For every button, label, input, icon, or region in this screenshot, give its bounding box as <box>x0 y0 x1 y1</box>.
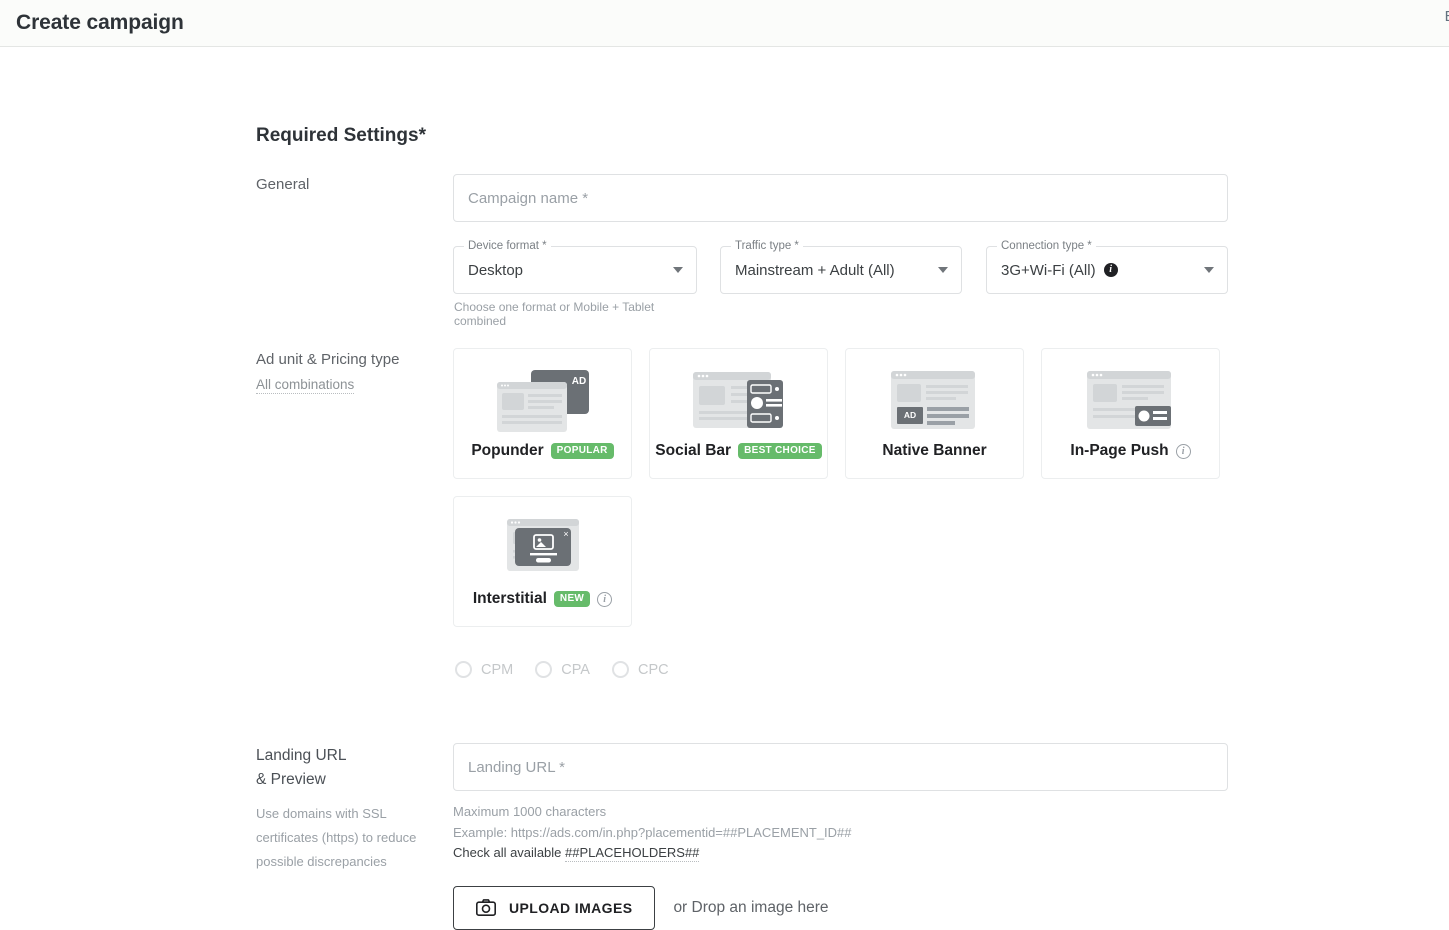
general-label: General <box>256 175 309 194</box>
landing-help-line3: possible discrepancies <box>256 850 451 874</box>
campaign-name-placeholder: Campaign name * <box>468 190 588 207</box>
ad-unit-card-name: Native Banner <box>882 442 986 460</box>
svg-text:×: × <box>563 529 568 539</box>
info-icon[interactable]: i <box>1176 444 1191 459</box>
drop-image-text: or Drop an image here <box>673 899 828 917</box>
connection-type-value: 3G+Wi-Fi (All) <box>1001 262 1096 279</box>
ad-unit-cards: AD Popunder POPULAR Social Bar BEST CHOICE <box>453 348 1243 678</box>
ad-unit-card-caption: Native Banner <box>882 442 986 460</box>
native-banner-thumb: AD <box>887 367 983 435</box>
landing-help-line2: certificates (https) to reduce <box>256 826 451 850</box>
device-format-label: Device format * <box>464 239 551 253</box>
info-icon[interactable]: i <box>597 592 612 607</box>
device-format-value: Desktop <box>468 262 523 279</box>
pricing-type-radio-group[interactable]: CPM CPA CPC <box>455 661 1243 678</box>
connection-type-label: Connection type * <box>997 239 1096 253</box>
in-page-push-thumb <box>1083 367 1179 435</box>
check-placeholders-line: Check all available ##PLACEHOLDERS## <box>453 843 1228 864</box>
pricing-radio-cpm[interactable]: CPM <box>455 661 513 678</box>
upload-images-label: UPLOAD IMAGES <box>509 900 632 916</box>
ad-unit-label: Ad unit & Pricing type <box>256 350 446 369</box>
landing-url-placeholder: Landing URL * <box>468 759 565 776</box>
landing-url-label-block: Landing URL & Preview Use domains with S… <box>256 744 451 874</box>
pricing-radio-label: CPC <box>638 662 669 678</box>
info-icon[interactable]: i <box>1104 263 1118 277</box>
landing-help-line1: Use domains with SSL <box>256 802 451 826</box>
traffic-type-select[interactable]: Traffic type * Mainstream + Adult (All) <box>720 246 962 294</box>
radio-circle-icon[interactable] <box>612 661 629 678</box>
page-header: Create campaign Ba <box>0 0 1449 47</box>
ad-unit-card[interactable]: AD Popunder POPULAR <box>453 348 632 479</box>
radio-circle-icon[interactable] <box>535 661 552 678</box>
campaign-name-field[interactable]: Campaign name * <box>453 174 1228 222</box>
landing-url-field[interactable]: Landing URL * Maximum 1000 characters Ex… <box>453 743 1228 930</box>
ad-unit-card[interactable]: Social Bar BEST CHOICE <box>649 348 828 479</box>
pricing-radio-label: CPM <box>481 662 513 678</box>
ad-unit-label-block: Ad unit & Pricing type All combinations <box>256 350 446 394</box>
landing-url-label-line1: Landing URL <box>256 747 346 764</box>
header-back-label[interactable]: Ba <box>1445 8 1449 25</box>
traffic-type-value: Mainstream + Adult (All) <box>735 262 895 279</box>
example-url-text: Example: https://ads.com/in.php?placemen… <box>453 823 1228 844</box>
page-title: Create campaign <box>16 11 184 35</box>
chevron-down-icon[interactable] <box>673 267 683 273</box>
pricing-radio-cpc[interactable]: CPC <box>612 661 669 678</box>
chevron-down-icon[interactable] <box>1204 267 1214 273</box>
traffic-type-label: Traffic type * <box>731 239 803 253</box>
ad-unit-card-name: Interstitial <box>473 590 547 608</box>
ad-unit-card-badge: BEST CHOICE <box>738 443 822 459</box>
ad-unit-card[interactable]: × Interstitial NEW i <box>453 496 632 627</box>
ad-unit-card-caption: Popunder POPULAR <box>471 442 613 460</box>
ad-unit-card-badge: POPULAR <box>551 443 614 459</box>
device-format-hint: Choose one format or Mobile + Tablet com… <box>453 300 697 328</box>
social-bar-thumb <box>691 367 787 435</box>
camera-icon <box>476 899 496 916</box>
ad-unit-card-name: In-Page Push <box>1070 442 1168 460</box>
all-combinations-link[interactable]: All combinations <box>256 377 354 394</box>
pricing-radio-cpa[interactable]: CPA <box>535 661 590 678</box>
svg-text:AD: AD <box>903 410 915 420</box>
interstitial-thumb: × <box>495 515 591 583</box>
check-placeholders-prefix: Check all available <box>453 845 565 860</box>
ad-unit-card-badge: NEW <box>554 591 590 607</box>
ad-unit-card-caption: Social Bar BEST CHOICE <box>655 442 821 460</box>
section-title: Required Settings* <box>256 125 426 147</box>
upload-images-button[interactable]: UPLOAD IMAGES <box>453 886 655 930</box>
ad-unit-card-caption: Interstitial NEW i <box>473 590 612 608</box>
landing-url-label-line2: & Preview <box>256 771 326 788</box>
ad-unit-card[interactable]: AD Native Banner <box>845 348 1024 479</box>
device-format-select[interactable]: Device format * Desktop Choose one forma… <box>453 246 697 328</box>
ad-unit-card-name: Social Bar <box>655 442 731 460</box>
max-chars-text: Maximum 1000 characters <box>453 802 1228 823</box>
ad-unit-card-caption: In-Page Push i <box>1070 442 1190 460</box>
pricing-radio-label: CPA <box>561 662 590 678</box>
svg-text:AD: AD <box>571 376 585 387</box>
chevron-down-icon[interactable] <box>938 267 948 273</box>
radio-circle-icon[interactable] <box>455 661 472 678</box>
ad-unit-card-name: Popunder <box>471 442 543 460</box>
ad-unit-card[interactable]: In-Page Push i <box>1041 348 1220 479</box>
popunder-thumb: AD <box>495 367 591 435</box>
placeholders-link[interactable]: ##PLACEHOLDERS## <box>565 845 699 862</box>
connection-type-select[interactable]: Connection type * 3G+Wi-Fi (All) i <box>986 246 1228 294</box>
general-label-block: General <box>256 175 309 194</box>
main-content: Required Settings* General Campaign name… <box>0 47 1449 73</box>
